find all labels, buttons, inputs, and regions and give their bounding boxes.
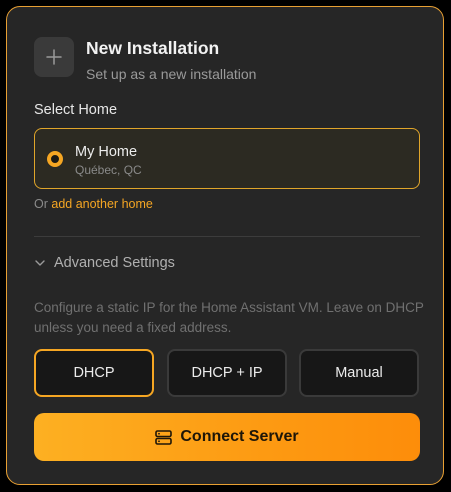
or-prefix: Or [34,197,48,211]
network-option-manual[interactable]: Manual [299,349,419,397]
header-text: New Installation Set up as a new install… [86,37,256,82]
home-option-my-home[interactable]: My Home Québec, QC [34,128,420,189]
radio-selected-icon[interactable] [47,151,63,167]
chevron-down-icon [35,260,45,266]
select-home-label: Select Home [34,102,118,118]
card-title: New Installation [86,38,220,58]
connect-server-button[interactable]: Connect Server [34,413,420,461]
card-header: New Installation Set up as a new install… [34,37,256,82]
connect-server-label: Connect Server [180,428,299,445]
plus-icon [34,37,74,77]
advanced-settings-toggle[interactable]: Advanced Settings [34,255,175,271]
network-option-dhcp[interactable]: DHCP [34,349,154,397]
server-icon [155,429,173,445]
home-location: Québec, QC [75,163,142,177]
section-divider [34,236,420,237]
home-name: My Home [75,144,138,160]
advanced-description: Configure a static IP for the Home Assis… [34,300,424,335]
network-option-dhcp-ip[interactable]: DHCP + IP [167,349,287,397]
card-subtitle: Set up as a new installation [86,66,257,82]
add-home-line: Or add another home [34,197,153,211]
add-another-home-link[interactable]: add another home [51,197,152,211]
new-installation-card: New Installation Set up as a new install… [6,6,444,485]
advanced-settings-label: Advanced Settings [54,255,175,271]
